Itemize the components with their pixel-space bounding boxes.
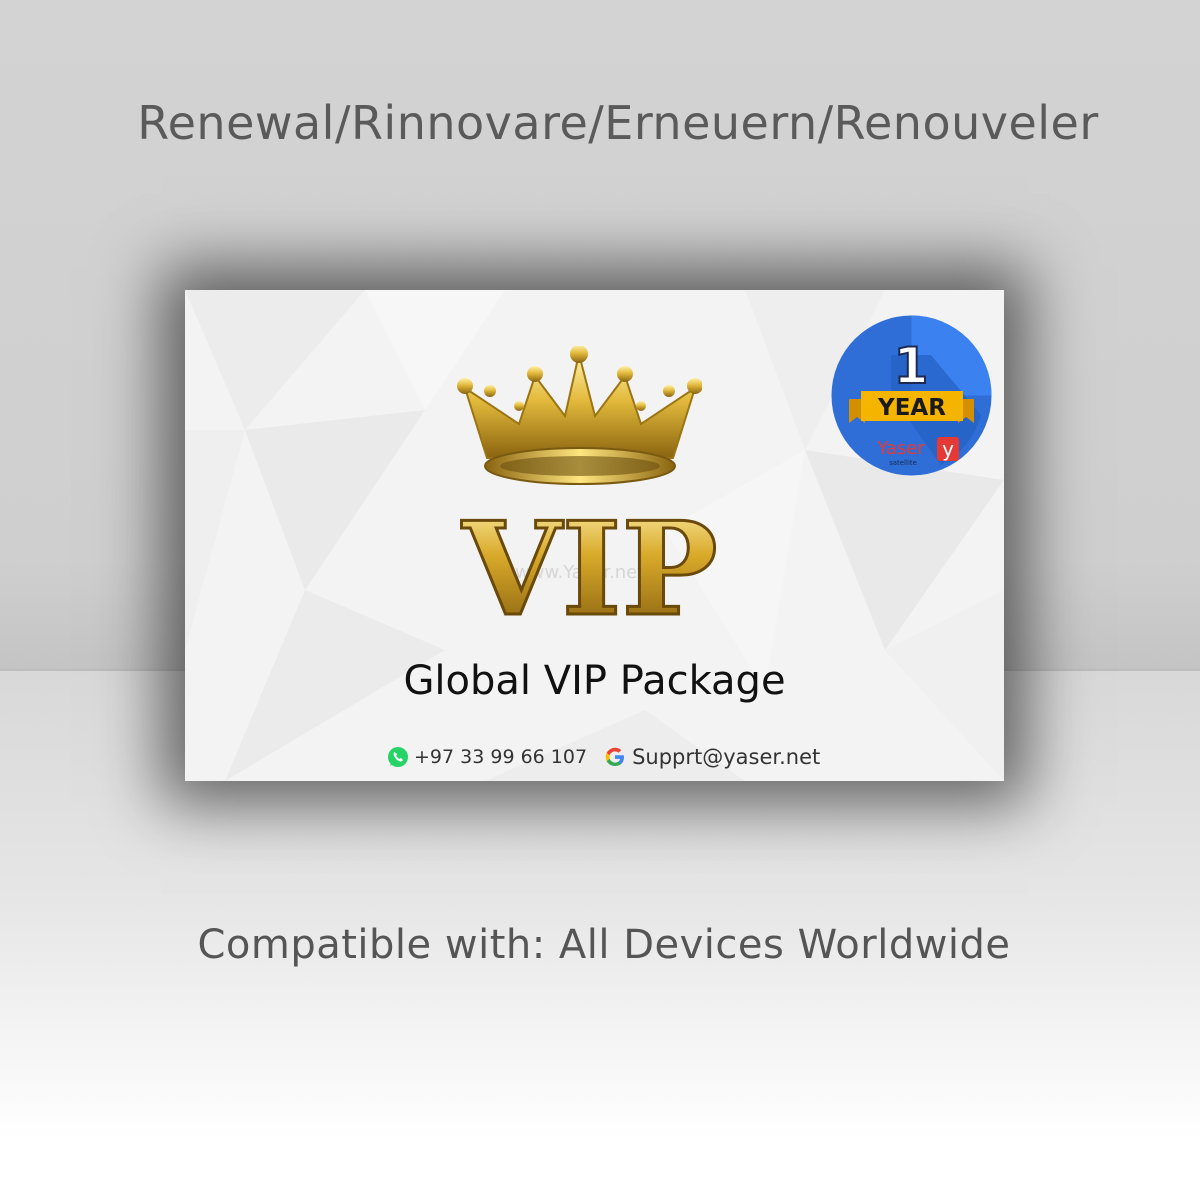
- badge-label: YEAR: [877, 395, 946, 421]
- vip-package-card: www.Yaser.net www.Yaser.net: [185, 290, 1004, 781]
- vip-logo: VIP: [460, 494, 719, 627]
- google-icon: [605, 747, 625, 766]
- contact-phone: +97 33 99 66 107: [414, 746, 588, 768]
- badge-brand: Yaser: [876, 438, 925, 459]
- contact-email: Supprt@yaser.net: [632, 745, 821, 769]
- page-title: Renewal/Rinnovare/Erneuern/Renouveler: [137, 96, 1099, 150]
- vip-logo-text: VIP: [461, 495, 717, 626]
- contact-row: +97 33 99 66 107 Supprt@yaser.net: [387, 744, 820, 770]
- badge-brand-sub: satellite: [889, 459, 917, 467]
- badge-brand-mark: y: [942, 437, 954, 461]
- crown-icon: [457, 346, 702, 485]
- compatibility-text: Compatible with: All Devices Worldwide: [197, 922, 1011, 968]
- package-title: Global VIP Package: [403, 658, 786, 704]
- badge-number: 1: [894, 337, 929, 395]
- one-year-badge: 1 YEAR Yaser satellite y: [831, 315, 992, 476]
- whatsapp-icon: [388, 747, 408, 767]
